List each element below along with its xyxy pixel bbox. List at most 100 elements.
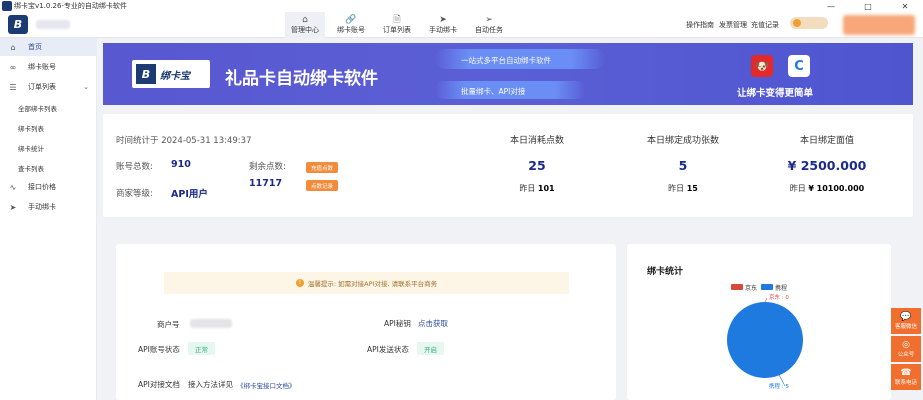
points-log-button[interactable]: 点数记录: [306, 180, 339, 191]
bind-stats-card: 绑卡统计 京东 携程 京东 : 0 携程 : 5: [627, 244, 891, 400]
stat-today-bind-count: 本日绑定成功张数 5 昨日 15: [613, 133, 753, 194]
stat-title: 本日绑定成功张数: [646, 136, 719, 146]
home-icon: ⌂: [10, 42, 16, 52]
nav-management-center[interactable]: ⌂ 管理中心: [285, 12, 325, 38]
legend-swatch[interactable]: [761, 284, 773, 290]
legend-label[interactable]: 京东: [745, 284, 757, 292]
maximize-button[interactable]: □: [853, 0, 883, 12]
window-title: 绑卡宝v1.0.26-专业的自动绑卡软件: [14, 2, 127, 10]
banner-tagline: 让绑卡变得更简单: [737, 88, 814, 99]
yesterday-value: ¥ 10100.000: [808, 184, 865, 193]
stat-today-points: 本日消耗点数 25 昨日 101: [467, 133, 607, 194]
stat-yesterday: 昨日 101: [467, 183, 607, 194]
api-secret-label: API秘钥: [384, 319, 411, 328]
guide-link[interactable]: 操作指南: [686, 20, 714, 30]
nav-label: 管理中心: [291, 26, 319, 34]
float-tool-label: 客服微信: [894, 324, 917, 330]
float-tool-label: 公众号: [897, 352, 915, 358]
banner-title: 礼品卡自动绑卡软件: [225, 69, 378, 89]
nav-auto-task[interactable]: ➢ 自动任务: [469, 12, 509, 38]
send-icon: ➤: [9, 202, 17, 212]
nav-label: 订单列表: [383, 26, 411, 34]
logo-mark-icon: B: [136, 64, 156, 84]
banner-logo: B 绑卡宝: [132, 60, 210, 88]
stat-value: 25: [528, 158, 546, 173]
phone-icon: ☎: [900, 368, 912, 378]
api-doc-label: API对接文档: [138, 380, 180, 389]
stat-today-bind-amount: 本日绑定面值 ¥ 2500.000 昨日 ¥ 10100.000: [757, 133, 897, 194]
float-customer-wechat[interactable]: 💬 客服微信: [891, 308, 921, 334]
pie-slice[interactable]: [727, 302, 803, 378]
get-secret-link[interactable]: 点击获取: [418, 318, 448, 329]
api-account-status-tag: 正常: [188, 342, 215, 355]
level-label: 商家等级:: [116, 189, 153, 199]
sidebar-item-label: 首页: [28, 43, 42, 51]
sidebar-subitem-all-bind-list[interactable]: 全部绑卡列表: [18, 103, 57, 113]
level-value: API用户: [171, 189, 208, 200]
sidebar-item-manual-bind[interactable]: ➤ 手动绑卡: [0, 198, 97, 216]
banner-logo-text: 绑卡宝: [160, 70, 190, 82]
sidebar-item-api-price[interactable]: ∿ 接口价格: [0, 178, 97, 196]
legend-swatch[interactable]: [731, 284, 743, 290]
promo-banner: B 绑卡宝 礼品卡自动绑卡软件 一站式多平台自动绑卡软件 批量绑卡、API对接 …: [103, 43, 913, 105]
document-icon: 🗎: [393, 15, 401, 25]
banner-slogan-2: 批量绑卡、API对接: [461, 87, 526, 96]
recharge-points-button[interactable]: 充值点数: [306, 162, 339, 173]
nav-manual-bind[interactable]: ➤ 手动绑卡: [423, 12, 463, 38]
sidebar-item-order-list[interactable]: ☰ 订单列表 ⌄: [0, 78, 97, 96]
api-tip-text: 温馨提示: 如需对接API对接, 请联系平台商务: [307, 280, 438, 288]
api-doc-hint: 接入方法详见: [188, 380, 233, 389]
stat-yesterday: 昨日 ¥ 10100.000: [757, 183, 897, 194]
sidebar: ⌂ 首页 ∞ 绑卡账号 ☰ 订单列表 ⌄ 全部绑卡列表 绑卡列表 绑卡统计 查卡…: [0, 38, 97, 400]
stat-title: 本日消耗点数: [509, 136, 564, 146]
stat-title: 本日绑定面值: [799, 136, 854, 146]
sidebar-subitem-bind-list[interactable]: 绑卡列表: [18, 123, 44, 133]
nav-label: 自动任务: [475, 26, 503, 34]
yesterday-value: 101: [537, 184, 555, 193]
nav-bind-accounts[interactable]: 🔗 绑卡账号: [331, 12, 371, 38]
data-label: 携程 : 5: [769, 382, 789, 390]
sidebar-item-home[interactable]: ⌂ 首页: [0, 38, 97, 56]
blurred-user-name: [36, 20, 70, 29]
warning-icon: !: [295, 279, 304, 287]
paper-plane-icon: ➢: [485, 15, 493, 25]
data-label-leader: [764, 297, 768, 303]
recharge-records-link[interactable]: 充值记录: [751, 20, 779, 30]
yesterday-value: 15: [686, 184, 698, 193]
vip-icon: [793, 19, 801, 27]
float-official-account[interactable]: ◎ 公众号: [891, 336, 921, 362]
banner-slogan-1: 一站式多平台自动绑卡软件: [461, 56, 551, 65]
api-info-card: ! 温馨提示: 如需对接API对接, 请联系平台商务 商户号 API秘钥 点击获…: [116, 244, 616, 400]
float-contact-phone[interactable]: ☎ 联系电话: [891, 364, 921, 390]
api-tip-banner: ! 温馨提示: 如需对接API对接, 请联系平台商务: [164, 272, 569, 294]
stat-value: 5: [678, 158, 688, 173]
user-account-button[interactable]: [843, 15, 915, 35]
app-logo: B: [8, 15, 28, 34]
api-account-status-label: API账号状态: [138, 345, 180, 354]
points-label: 剩余点数:: [249, 162, 286, 172]
sidebar-item-bind-accounts[interactable]: ∞ 绑卡账号: [0, 58, 97, 76]
minimize-button[interactable]: —: [816, 0, 846, 12]
jd-platform-icon: 🐶: [751, 55, 773, 77]
link-icon: 🔗: [345, 15, 357, 25]
pulse-icon: ∿: [9, 182, 17, 192]
api-doc-link[interactable]: 《绑卡宝接口文档》: [237, 380, 296, 390]
bind-stats-pie-chart: 京东 携程京东 : 0 携程 : 5: [727, 284, 803, 390]
close-button[interactable]: ✕: [890, 0, 920, 12]
legend-label[interactable]: 携程: [775, 284, 787, 292]
window-title-bar: 绑卡宝v1.0.26-专业的自动绑卡软件 — □ ✕: [0, 0, 923, 12]
nav-order-list[interactable]: 🗎 订单列表: [377, 12, 417, 38]
sidebar-subitem-card-query-list[interactable]: 查卡列表: [18, 163, 44, 173]
invoice-link[interactable]: 发票管理: [719, 20, 747, 30]
stat-value: ¥ 2500.000: [787, 158, 867, 173]
stats-card: 时间统计于 2024-05-31 13:49:37 账号总数: 910 剩余点数…: [103, 114, 913, 217]
accounts-label: 账号总数:: [116, 162, 153, 172]
app-icon: [2, 1, 12, 11]
list-icon: ☰: [9, 82, 17, 92]
vip-badge: [790, 17, 828, 29]
sidebar-subitem-bind-stats[interactable]: 绑卡统计: [18, 143, 44, 153]
nav-label: 绑卡账号: [337, 26, 365, 34]
official-account-icon: ◎: [902, 340, 910, 350]
merchant-label: 商户号: [157, 320, 180, 329]
accounts-value: 910: [171, 159, 191, 170]
